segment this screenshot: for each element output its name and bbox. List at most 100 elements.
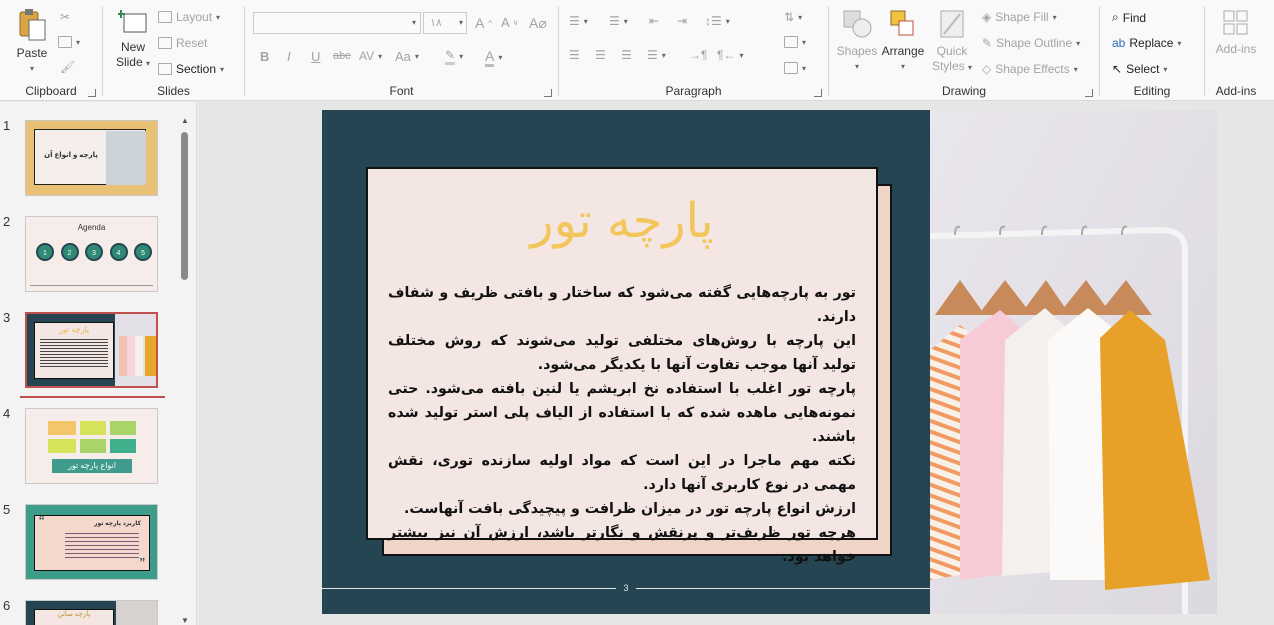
shrink-font-button[interactable]: Av — [501, 15, 518, 30]
thumbnail-image — [106, 131, 146, 185]
scrollbar-thumb[interactable] — [181, 132, 188, 280]
align-center-button[interactable]: ☰ — [595, 48, 606, 62]
paste-button[interactable]: Paste ▾ — [12, 8, 52, 76]
section-icon — [158, 63, 172, 75]
font-size-box[interactable]: ۱۸ ▾ — [423, 12, 467, 34]
new-slide-label-1: New — [120, 40, 145, 54]
slide-thumbnail-1[interactable]: پارچه و انواع آن — [25, 120, 158, 196]
paste-icon — [19, 9, 46, 41]
font-color-button[interactable]: A ▾ — [485, 48, 502, 67]
format-painter-button[interactable]: 🖌 — [60, 60, 75, 74]
italic-button[interactable]: I — [287, 49, 291, 64]
quick-styles-button[interactable]: Quick Styles ▾ — [929, 8, 975, 75]
font-launcher[interactable] — [544, 89, 552, 97]
grid-icon — [1223, 10, 1248, 35]
decrease-indent-button[interactable]: ⇤ — [649, 14, 659, 28]
copy-button[interactable]: ▾ — [58, 36, 80, 48]
body-paragraph: پارچه تور اغلب با استفاده نخ ابریشم یا ل… — [388, 381, 856, 445]
body-paragraph: این پارچه با روش‌های مختلفی تولید می‌شون… — [388, 333, 856, 373]
slide-thumbnail-3[interactable]: پارچه تور — [25, 312, 158, 388]
body-paragraph: تور به پارچه‌هایی گفته می‌شود که ساختار … — [388, 285, 856, 325]
scroll-up-arrow[interactable]: ▲ — [181, 116, 189, 125]
align-center-icon: ☰ — [595, 48, 606, 62]
addins-group: Add-ins Add-ins — [1205, 0, 1267, 101]
clipboard-launcher[interactable] — [88, 89, 96, 97]
shapes-icon — [843, 10, 872, 38]
agenda-circle: 4 — [109, 243, 128, 261]
character-spacing-button[interactable]: AV ▾ — [359, 49, 382, 63]
bullets-button[interactable]: ☰ ▾ — [569, 14, 588, 28]
find-button[interactable]: ⌕ Find — [1112, 10, 1146, 25]
arrange-button[interactable]: Arrange ▾ — [879, 8, 927, 74]
editing-group: ⌕ Find ab Replace ▾ ↖ Select ▾ Editing — [1100, 0, 1204, 101]
drawing-label: Drawing — [941, 84, 986, 98]
font-name-box[interactable]: ▾ — [253, 12, 421, 34]
brush-icon: 🖌 — [60, 60, 76, 74]
numbering-button[interactable]: ☰ ▾ — [609, 14, 628, 28]
smartart-button[interactable]: ▾ — [784, 62, 806, 74]
align-right-button[interactable]: ☰ — [621, 48, 632, 62]
change-case-button[interactable]: Aa ▾ — [395, 49, 419, 64]
agenda-circle: 2 — [60, 243, 79, 261]
align-text-icon — [784, 36, 798, 48]
thumbnail-scrollbar[interactable]: ▲ ▼ — [179, 116, 189, 625]
underline-button[interactable]: U — [311, 49, 320, 64]
new-slide-button[interactable]: New Slide ▾ — [111, 8, 155, 71]
reset-button[interactable]: Reset — [158, 36, 207, 50]
paragraph-group: ☰ ▾ ☰ ▾ ⇤ ⇥ ↕☰ ▾ ☰ ☰ ☰ ☰ ▾ →¶ ¶← ▾ ⇅ ▾ ▾ ▾ Par… — [559, 0, 828, 101]
reset-label: Reset — [176, 36, 208, 50]
quick-styles-label-1: Quick — [936, 44, 968, 58]
thumbnail-number: 1 — [3, 118, 11, 133]
shape-fill-button[interactable]: ◈ Shape Fill ▾ — [982, 10, 1057, 24]
shapes-button[interactable]: Shapes ▾ — [835, 8, 879, 74]
line-spacing-button[interactable]: ↕☰ ▾ — [705, 14, 730, 28]
arrange-label: Arrange — [881, 44, 925, 58]
shape-outline-button[interactable]: ✎ Shape Outline ▾ — [982, 36, 1080, 50]
thumbnail-title: Agenda — [77, 223, 106, 232]
slide-thumbnail-5[interactable]: “ کاربرد پارچه تور ” — [25, 504, 158, 580]
section-button[interactable]: Section ▾ — [158, 62, 224, 76]
text-direction-button[interactable]: ⇅ ▾ — [784, 10, 802, 24]
thumbnail-image — [115, 314, 156, 386]
bullets-icon: ☰ — [569, 14, 580, 28]
slide-page-number: 3 — [616, 580, 636, 596]
new-slide-icon — [117, 10, 147, 33]
increase-indent-button[interactable]: ⇥ — [677, 14, 687, 28]
grow-font-button[interactable]: A ^ — [475, 15, 492, 31]
highlight-button[interactable]: ✎ ▾ — [445, 48, 463, 65]
strikethrough-button[interactable]: abc — [333, 50, 351, 62]
rtl-button[interactable]: ¶← ▾ — [717, 48, 743, 62]
shape-fill-label: Shape Fill — [995, 10, 1049, 24]
align-left-button[interactable]: ☰ — [569, 48, 580, 62]
justify-button[interactable]: ☰ ▾ — [647, 48, 666, 62]
replace-button[interactable]: ab Replace ▾ — [1112, 36, 1181, 50]
text-card[interactable]: پارچه تور تور به پارچه‌هایی گفته می‌شود … — [366, 167, 878, 565]
indent-icon: ⇥ — [677, 14, 688, 28]
numbering-icon: ☰ — [609, 14, 620, 28]
quick-styles-icon — [940, 10, 964, 38]
clear-format-button[interactable]: A⌀ — [529, 15, 547, 32]
scroll-down-arrow[interactable]: ▼ — [181, 616, 189, 625]
cut-button[interactable]: ✂ — [60, 10, 70, 24]
bold-button[interactable]: B — [260, 49, 269, 64]
paragraph-launcher[interactable] — [814, 89, 822, 97]
section-label: Section — [176, 62, 217, 76]
select-button[interactable]: ↖ Select ▾ — [1112, 62, 1167, 76]
thumbnail-title: پارچه تور — [58, 325, 90, 334]
text-direction-icon: ⇅ — [784, 10, 795, 24]
layout-button[interactable]: Layout ▾ — [158, 10, 220, 24]
slide-thumbnail-4[interactable]: انواع پارچه تور — [25, 408, 158, 484]
slide-thumbnail-6[interactable]: پارچه ساتن — [25, 600, 158, 625]
ltr-button[interactable]: →¶ — [689, 48, 707, 62]
add-ins-button[interactable]: Add-ins — [1213, 8, 1259, 57]
shape-effects-button[interactable]: ◇ Shape Effects ▾ — [982, 62, 1078, 76]
paragraph-label: Paragraph — [665, 84, 722, 98]
slide-title[interactable]: پارچه تور — [368, 193, 876, 249]
clothes-rack-image — [930, 110, 1217, 614]
align-text-button[interactable]: ▾ — [784, 36, 806, 48]
slide-thumbnail-2[interactable]: Agenda 1 2 3 4 5 — [25, 216, 158, 292]
slide-body-text[interactable]: تور به پارچه‌هایی گفته می‌شود که ساختار … — [388, 281, 856, 569]
current-slide[interactable]: پارچه تور تور به پارچه‌هایی گفته می‌شود … — [322, 110, 1217, 614]
spacing-label: AV — [359, 49, 375, 63]
drawing-launcher[interactable] — [1085, 89, 1093, 97]
